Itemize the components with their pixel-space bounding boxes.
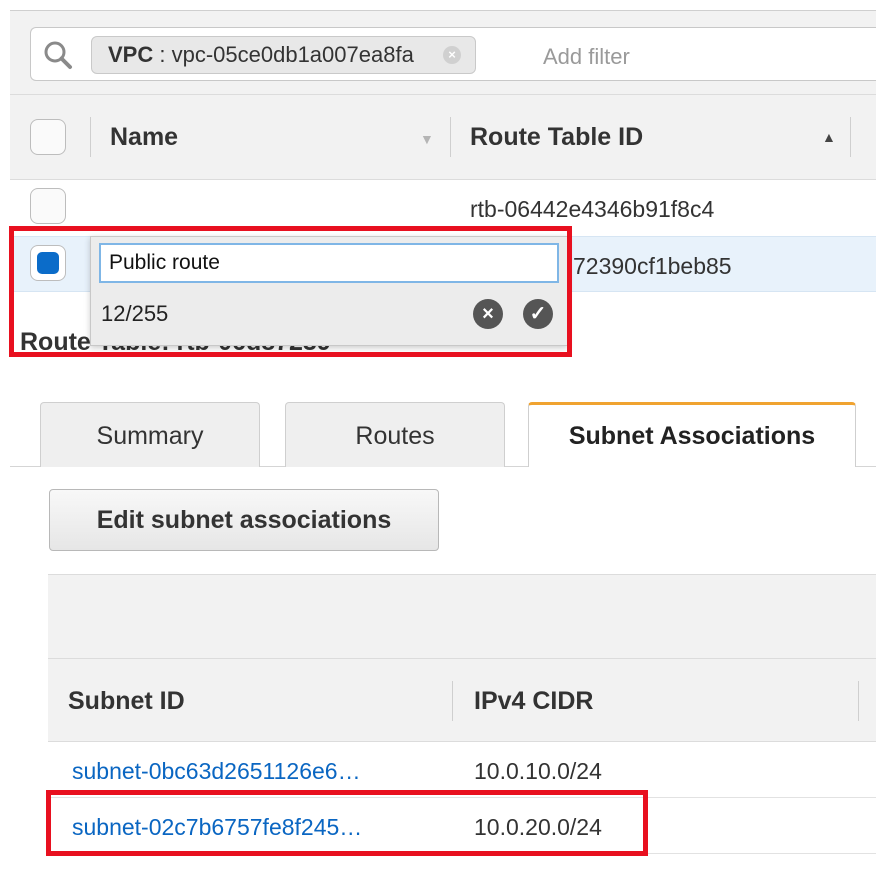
add-filter-input[interactable]: Add filter [543,44,630,70]
column-header-ipv4-cidr[interactable]: IPv4 CIDR [474,687,593,716]
search-icon [44,41,72,69]
route-table-id: 72390cf1beb85 [573,253,732,279]
route-table-id: rtb-06442e4346b91f8c4 [470,196,715,222]
subnet-table-header: Subnet ID IPv4 CIDR [48,658,876,742]
tab-routes[interactable]: Routes [285,402,505,467]
subnet-id-link[interactable]: subnet-0bc63d2651126e6… [72,758,361,785]
subnet-panel-toolbar [48,574,876,658]
filter-token-key: VPC [108,42,154,67]
search-box[interactable]: VPC : vpc-05ce0db1a007ea8fa × Add filter [30,27,876,81]
sort-up-icon[interactable]: ▲ [822,129,836,145]
row-checkbox[interactable] [30,188,66,224]
select-all-checkbox[interactable] [30,119,66,155]
column-divider [452,681,453,721]
filter-token-separator: : [153,42,172,67]
highlight-box-edit [9,226,572,357]
edit-subnet-associations-button[interactable]: Edit subnet associations [49,489,439,551]
sort-down-icon[interactable]: ▼ [420,131,434,147]
column-divider [858,681,859,721]
tab-summary[interactable]: Summary [40,402,260,467]
highlight-box-subnet [46,790,648,856]
route-table-header: Name ▼ Route Table ID ▲ [10,94,876,180]
filter-token-value: vpc-05ce0db1a007ea8fa [171,42,414,67]
column-header-route-table-id[interactable]: Route Table ID [470,123,643,152]
filter-token[interactable]: VPC : vpc-05ce0db1a007ea8fa × [91,36,476,74]
tab-subnet-associations[interactable]: Subnet Associations [528,402,856,467]
column-header-subnet-id[interactable]: Subnet ID [68,687,185,716]
subnet-cidr: 10.0.10.0/24 [474,758,602,784]
column-divider [90,117,91,157]
filter-bar: VPC : vpc-05ce0db1a007ea8fa × Add filter [10,10,876,94]
column-header-name[interactable]: Name [110,123,178,152]
column-divider [850,117,851,157]
column-divider [450,117,451,157]
remove-filter-icon[interactable]: × [443,46,461,64]
